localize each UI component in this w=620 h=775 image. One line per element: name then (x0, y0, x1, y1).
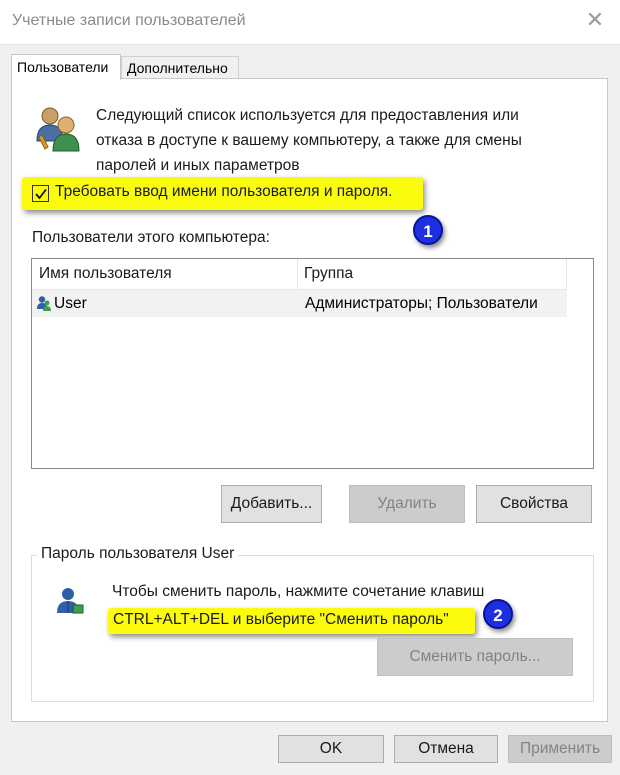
row-group: Администраторы; Пользователи (305, 295, 538, 312)
title-bar: Учетные записи пользователей ✕ (0, 0, 620, 45)
row-username: User (54, 295, 87, 312)
users-list[interactable]: Имя пользователя Группа User Администрат… (31, 258, 594, 469)
apply-button[interactable]: Применить (508, 735, 612, 763)
user-row-icon (36, 295, 52, 316)
column-group[interactable]: Группа (298, 259, 567, 289)
ctrl-alt-del-instructions: CTRL+ALT+DEL и выберите "Сменить пароль" (113, 611, 449, 628)
change-password-instructions: Чтобы сменить пароль, нажмите сочетание … (112, 583, 485, 600)
cancel-button[interactable]: Отмена (394, 735, 498, 763)
change-password-button[interactable]: Сменить пароль... (377, 638, 573, 676)
tab-users[interactable]: Пользователи (11, 54, 121, 80)
ok-button[interactable]: OK (278, 735, 384, 763)
delete-button[interactable]: Удалить (349, 485, 465, 523)
checkmark-icon (35, 188, 47, 200)
step-badge-1: 1 (413, 215, 443, 245)
column-username[interactable]: Имя пользователя (32, 259, 298, 289)
require-login-checkbox[interactable] (32, 185, 49, 202)
properties-button[interactable]: Свойства (476, 485, 592, 523)
tab-panel: Следующий список используется для предос… (11, 78, 608, 722)
users-section-label: Пользователи этого компьютера: (32, 229, 270, 246)
require-login-label[interactable]: Требовать ввод имени пользователя и паро… (55, 183, 392, 201)
password-group-title: Пароль пользователя User (37, 545, 239, 563)
users-icon (34, 105, 84, 158)
window-title: Учетные записи пользователей (12, 12, 246, 29)
table-row[interactable]: User Администраторы; Пользователи (32, 290, 567, 317)
close-icon[interactable]: ✕ (582, 8, 608, 34)
step-badge-2: 2 (483, 599, 513, 629)
add-button[interactable]: Добавить... (221, 485, 322, 523)
person-icon (54, 585, 86, 622)
intro-text: Следующий список используется для предос… (96, 107, 522, 174)
list-header: Имя пользователя Группа (32, 259, 567, 290)
tab-advanced[interactable]: Дополнительно (121, 56, 239, 78)
